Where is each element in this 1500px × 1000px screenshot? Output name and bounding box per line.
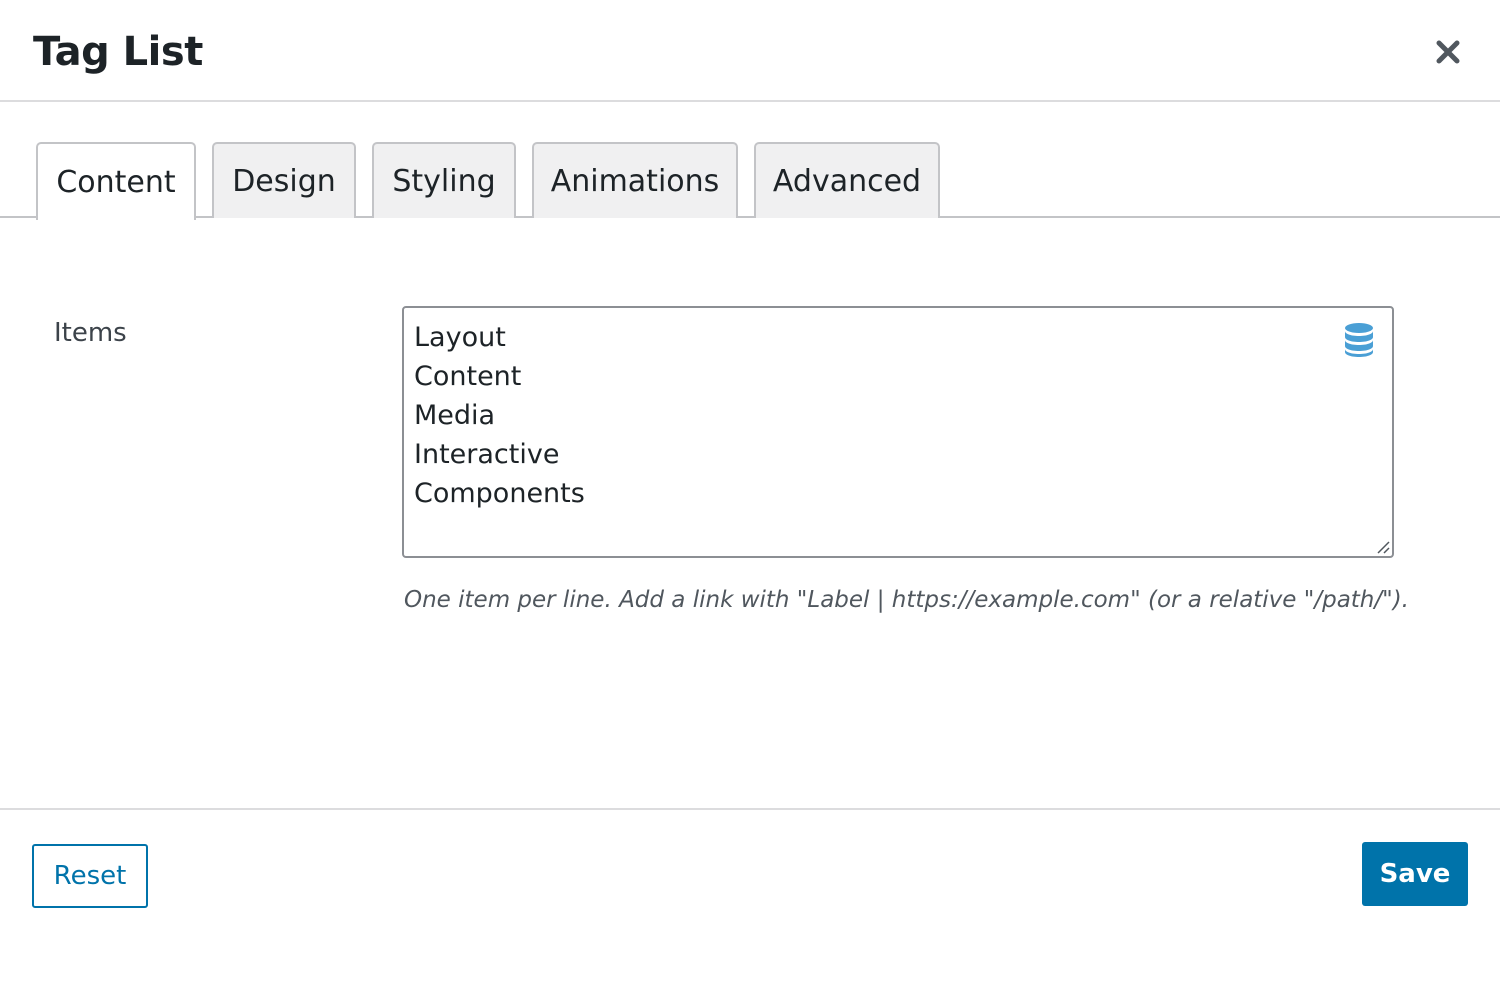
tab-bar: Content Design Styling Animations Advanc…	[0, 142, 1500, 220]
dialog-footer: Reset Save	[0, 808, 1500, 1000]
close-button[interactable]	[1428, 32, 1468, 72]
tag-list-dialog: Tag List Content Design Styling Animatio…	[0, 0, 1500, 1000]
close-icon	[1436, 40, 1460, 64]
dialog-header: Tag List	[0, 0, 1500, 102]
dialog-title: Tag List	[33, 29, 203, 75]
tab-content[interactable]: Content	[36, 142, 196, 220]
items-field	[402, 306, 1394, 558]
save-button[interactable]: Save	[1362, 842, 1468, 906]
items-help-text: One item per line. Add a link with "Labe…	[404, 587, 1409, 613]
tab-design[interactable]: Design	[212, 142, 356, 218]
reset-button[interactable]: Reset	[32, 844, 148, 908]
items-textarea[interactable]	[414, 318, 1334, 548]
items-label: Items	[54, 318, 127, 348]
database-icon[interactable]	[1342, 322, 1376, 358]
tab-styling[interactable]: Styling	[372, 142, 516, 218]
resize-handle-icon[interactable]	[1374, 538, 1390, 554]
tab-animations[interactable]: Animations	[532, 142, 738, 218]
tab-advanced[interactable]: Advanced	[754, 142, 940, 218]
